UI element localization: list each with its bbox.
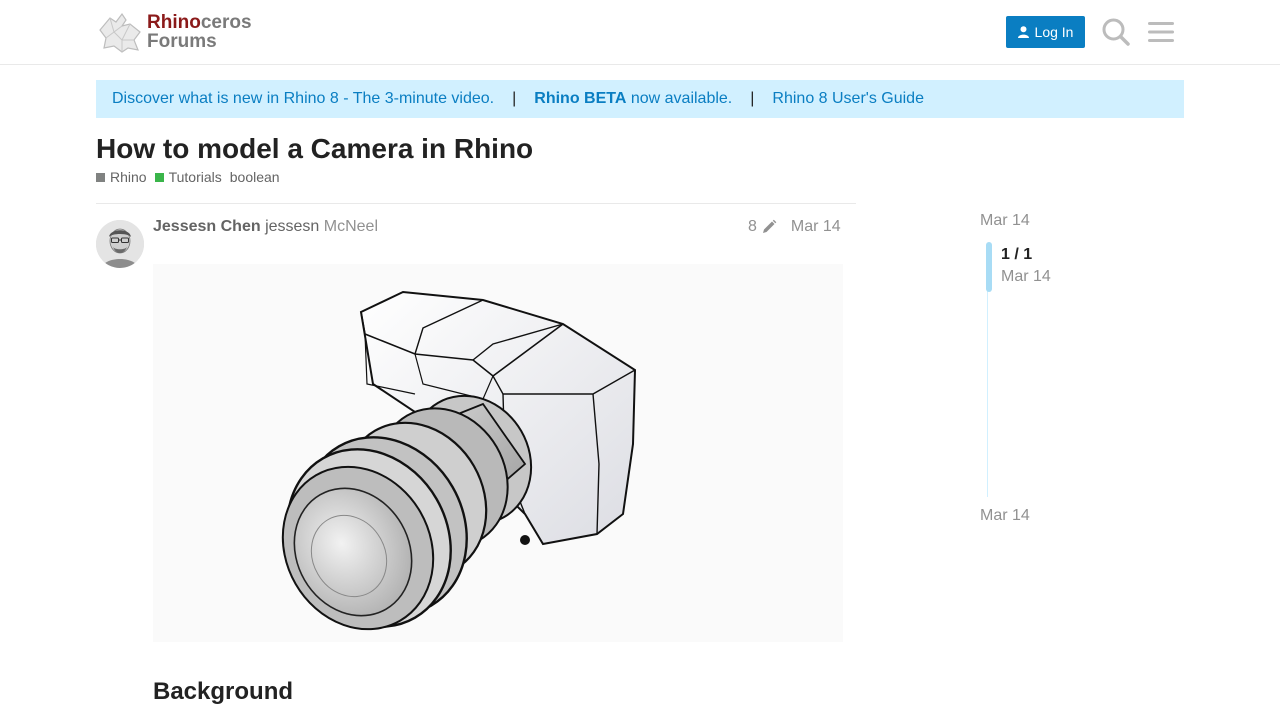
announcement-banner: Discover what is new in Rhino 8 - The 3-… — [96, 80, 1184, 118]
hamburger-menu-button[interactable] — [1145, 16, 1177, 48]
banner-beta-bold: Rhino BETA — [534, 90, 627, 107]
user-icon — [1017, 26, 1029, 38]
tag-boolean[interactable]: boolean — [230, 169, 280, 185]
site-header: Rhinoceros Forums Log In — [0, 0, 1280, 65]
banner-link-rhino8-video[interactable]: Discover what is new in Rhino 8 - The 3-… — [112, 90, 494, 108]
category-label: Tutorials — [168, 169, 222, 185]
avatar-portrait-icon — [96, 220, 144, 268]
post-author: Jessesn Chen jessesn McNeel — [153, 218, 378, 236]
timeline-position: 1 / 1 — [1001, 246, 1033, 263]
banner-link-rhino-beta[interactable]: Rhino BETA now available. — [534, 90, 732, 108]
site-logo[interactable]: Rhinoceros Forums — [96, 10, 266, 54]
logo-rhino: Rhino — [147, 12, 201, 33]
hamburger-icon — [1148, 22, 1174, 42]
logo-wordmark: Rhinoceros Forums — [147, 13, 252, 51]
logo-forums: Forums — [147, 31, 217, 52]
banner-separator-2: | — [750, 90, 755, 107]
author-full-name[interactable]: Jessesn Chen — [153, 218, 261, 235]
post-info: 8 Mar 14 — [748, 218, 841, 236]
category-rhino[interactable]: Rhino — [96, 169, 147, 185]
edit-history-button[interactable]: 8 — [748, 218, 777, 236]
banner-link-user-guide[interactable]: Rhino 8 User's Guide — [772, 90, 924, 108]
login-button[interactable]: Log In — [1006, 16, 1085, 48]
logo-ceros: ceros — [200, 12, 252, 33]
category-tutorials[interactable]: Tutorials — [154, 169, 222, 185]
edit-count: 8 — [748, 218, 757, 235]
search-icon — [1102, 18, 1130, 46]
topic-categories: Rhino Tutorials boolean — [96, 169, 280, 185]
author-username[interactable]: jessesn — [265, 218, 319, 235]
post-date[interactable]: Mar 14 — [791, 218, 841, 236]
banner-beta-rest: now available. — [626, 90, 733, 107]
category-color-square — [154, 172, 164, 182]
banner-separator: | — [512, 90, 517, 107]
author-title: McNeel — [323, 218, 378, 235]
login-label: Log In — [1034, 24, 1074, 40]
title-divider — [96, 203, 856, 204]
timeline-position-date: Mar 14 — [1001, 268, 1051, 285]
camera-render-illustration — [153, 264, 843, 642]
timeline-start-date[interactable]: Mar 14 — [980, 212, 1030, 230]
rhino-logo-icon — [99, 12, 141, 53]
category-label: Rhino — [110, 169, 147, 185]
search-button[interactable] — [1100, 16, 1132, 48]
category-color-square — [96, 172, 105, 182]
avatar[interactable] — [96, 220, 144, 268]
timeline-end-date[interactable]: Mar 14 — [980, 507, 1030, 525]
pencil-icon — [762, 219, 777, 233]
timeline-scroll-handle[interactable] — [986, 242, 992, 292]
post-heading-background: Background — [153, 678, 294, 705]
post-image-camera[interactable] — [153, 264, 843, 642]
topic-title[interactable]: How to model a Camera in Rhino — [96, 133, 533, 165]
